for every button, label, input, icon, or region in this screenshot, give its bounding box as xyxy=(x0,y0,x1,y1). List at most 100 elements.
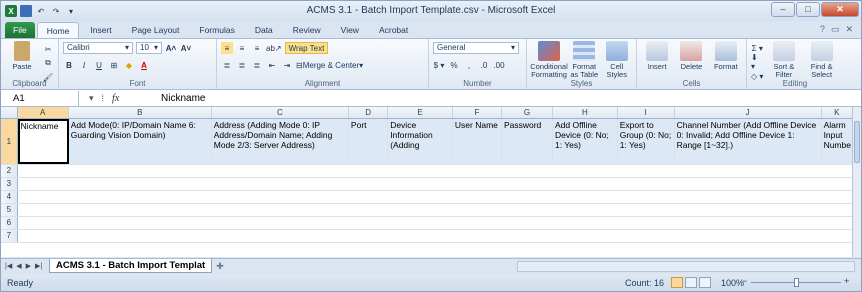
orientation-icon[interactable]: ab↗ xyxy=(266,42,282,54)
scrollbar-thumb[interactable] xyxy=(854,121,860,163)
font-size-combo[interactable]: 10 ▾ xyxy=(136,42,162,54)
workbook-close-icon[interactable]: ✕ xyxy=(845,24,853,35)
zoom-slider-knob[interactable] xyxy=(794,278,799,287)
row-header[interactable]: 2 xyxy=(1,165,18,177)
cut-icon[interactable]: ✂ xyxy=(42,43,54,55)
tab-insert[interactable]: Insert xyxy=(81,22,120,38)
row-header[interactable]: 4 xyxy=(1,191,18,203)
increase-decimal-icon[interactable]: .0 xyxy=(478,59,490,71)
page-break-view-button[interactable] xyxy=(699,277,711,288)
align-top-icon[interactable]: ≡ xyxy=(221,42,233,54)
tab-data[interactable]: Data xyxy=(246,22,282,38)
horizontal-scrollbar[interactable] xyxy=(517,261,855,272)
percent-icon[interactable]: % xyxy=(448,59,460,71)
name-box[interactable]: A1 xyxy=(1,90,79,106)
tab-file[interactable]: File xyxy=(5,22,35,38)
next-sheet-icon[interactable]: ▶ xyxy=(26,262,31,270)
column-header[interactable]: G xyxy=(502,107,553,118)
column-header[interactable]: K xyxy=(822,107,853,118)
number-format-combo[interactable]: General ▾ xyxy=(433,42,519,54)
page-layout-view-button[interactable] xyxy=(685,277,697,288)
last-sheet-icon[interactable]: ▶| xyxy=(35,262,42,270)
empty-row-cells[interactable] xyxy=(18,178,853,190)
save-icon[interactable] xyxy=(20,5,32,17)
wrap-text-button[interactable]: Wrap Text xyxy=(284,42,329,54)
align-left-icon[interactable]: ≣ xyxy=(221,59,233,71)
column-header[interactable]: F xyxy=(453,107,502,118)
merge-center-button[interactable]: ⊟ Merge & Center ▾ xyxy=(296,59,363,71)
comma-icon[interactable]: , xyxy=(463,59,475,71)
minimize-button[interactable]: – xyxy=(771,2,795,17)
tab-page-layout[interactable]: Page Layout xyxy=(123,22,189,38)
table-cell[interactable]: Password xyxy=(501,119,553,164)
vertical-scrollbar[interactable] xyxy=(852,107,861,257)
table-cell[interactable]: Alarm Input Numbe xyxy=(821,119,853,164)
empty-row-cells[interactable] xyxy=(18,191,853,203)
empty-row-cells[interactable] xyxy=(18,217,853,229)
column-header[interactable]: I xyxy=(618,107,675,118)
tab-view[interactable]: View xyxy=(332,22,368,38)
column-header[interactable]: J xyxy=(675,107,822,118)
zoom-in-icon[interactable]: + xyxy=(844,276,849,286)
bold-icon[interactable]: B xyxy=(63,59,75,71)
tab-acrobat[interactable]: Acrobat xyxy=(370,22,417,38)
row-header[interactable]: 1 xyxy=(1,119,18,164)
empty-row-cells[interactable] xyxy=(18,165,853,177)
tab-home[interactable]: Home xyxy=(36,22,80,38)
currency-icon[interactable]: $ ▾ xyxy=(433,59,445,71)
row-header[interactable]: 7 xyxy=(1,230,18,242)
column-header[interactable]: D xyxy=(349,107,389,118)
ribbon-minimize-icon[interactable]: ▭ xyxy=(831,24,840,35)
font-name-combo[interactable]: Calibri ▾ xyxy=(63,42,133,54)
copy-icon[interactable]: ⧉ xyxy=(42,57,54,69)
align-bottom-icon[interactable]: ≡ xyxy=(251,42,263,54)
align-middle-icon[interactable]: ≡ xyxy=(236,42,248,54)
row-header[interactable]: 3 xyxy=(1,178,18,190)
font-color-icon[interactable]: A xyxy=(138,59,150,71)
help-icon[interactable]: ? xyxy=(820,24,825,35)
spreadsheet-grid[interactable]: A B C D E F G H I J K 1 Nickname Add Mod… xyxy=(1,107,853,257)
table-cell[interactable]: User Name xyxy=(452,119,502,164)
column-header[interactable]: H xyxy=(553,107,618,118)
increase-indent-icon[interactable]: ⇥ xyxy=(281,59,293,71)
fill-icon[interactable]: ⬇ ▾ xyxy=(751,53,764,71)
select-all-button[interactable] xyxy=(1,107,18,118)
table-cell[interactable]: Export to Group (0: No; 1: Yes) xyxy=(617,119,675,164)
normal-view-button[interactable] xyxy=(671,277,683,288)
zoom-level[interactable]: 100% xyxy=(721,278,744,288)
sheet-tab[interactable]: ACMS 3.1 - Batch Import Templat xyxy=(49,259,213,273)
table-cell[interactable]: Address (Adding Mode 0: IP Address/Domai… xyxy=(211,119,349,164)
table-cell[interactable]: Add Offline Device (0: No; 1: Yes) xyxy=(552,119,618,164)
underline-icon[interactable]: U xyxy=(93,59,105,71)
undo-icon[interactable]: ↶ xyxy=(35,5,47,17)
empty-row-cells[interactable] xyxy=(18,204,853,216)
table-cell[interactable]: Device Information (Adding xyxy=(388,119,453,164)
formula-input[interactable]: Nickname xyxy=(159,93,205,104)
zoom-slider[interactable] xyxy=(751,278,841,287)
align-center-icon[interactable]: ≣ xyxy=(236,59,248,71)
column-header[interactable]: A xyxy=(17,107,69,118)
grow-font-icon[interactable]: A˄ xyxy=(165,42,177,54)
align-right-icon[interactable]: ≣ xyxy=(251,59,263,71)
column-header[interactable]: C xyxy=(212,107,350,118)
customize-qat-icon[interactable]: ▾ xyxy=(65,5,77,17)
shrink-font-icon[interactable]: A˅ xyxy=(180,42,192,54)
name-box-dropdown-icon[interactable]: ▾ xyxy=(89,93,94,104)
maximize-button[interactable]: □ xyxy=(796,2,820,17)
redo-icon[interactable]: ↷ xyxy=(50,5,62,17)
table-cell[interactable]: Add Mode(0: IP/Domain Name 6: Guarding V… xyxy=(68,119,212,164)
close-button[interactable]: ✕ xyxy=(821,2,859,17)
zoom-out-icon[interactable]: − xyxy=(742,276,747,286)
fill-color-icon[interactable]: ◆ xyxy=(123,59,135,71)
decrease-indent-icon[interactable]: ⇤ xyxy=(266,59,278,71)
column-header[interactable]: E xyxy=(388,107,453,118)
borders-icon[interactable]: ⊞ xyxy=(108,59,120,71)
italic-icon[interactable]: I xyxy=(78,59,90,71)
decrease-decimal-icon[interactable]: .00 xyxy=(493,59,505,71)
prev-sheet-icon[interactable]: ◀ xyxy=(16,262,21,270)
table-cell[interactable]: Channel Number (Add Offline Device 0: In… xyxy=(674,119,822,164)
tab-review[interactable]: Review xyxy=(284,22,330,38)
insert-function-button[interactable]: fx xyxy=(112,93,119,104)
table-cell[interactable]: Port xyxy=(348,119,389,164)
row-header[interactable]: 5 xyxy=(1,204,18,216)
